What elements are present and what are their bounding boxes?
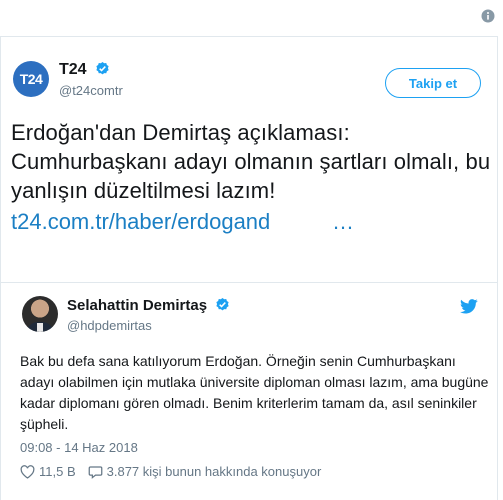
info-icon[interactable]	[481, 9, 495, 23]
like-count: 11,5 B	[39, 464, 76, 479]
avatar-text: T24	[19, 71, 43, 87]
avatar[interactable]: T24	[13, 61, 49, 97]
follow-button[interactable]: Takip et	[385, 68, 481, 98]
twitter-bird-icon[interactable]	[460, 299, 478, 314]
verified-badge-icon	[216, 297, 229, 311]
author-name[interactable]: T24	[59, 61, 110, 79]
verified-badge-icon	[96, 61, 109, 75]
quoted-tweet[interactable]: Selahattin Demirtaş @hdpdemirtas Bak bu …	[0, 283, 498, 500]
tweet-stats: 11,5 B 3.877 kişi bunun hakkında konuşuy…	[20, 464, 321, 479]
discussion-text: 3.877 kişi bunun hakkında konuşuyor	[106, 464, 322, 479]
tweet-link-ellipsis[interactable]: …	[332, 209, 354, 235]
tweet-link[interactable]: t24.com.tr/haber/erdogand	[11, 209, 270, 235]
timestamp[interactable]: 09:08 - 14 Haz 2018	[20, 440, 138, 455]
quote-text: Bak bu defa sana katılıyorum Erdoğan. Ör…	[20, 353, 489, 432]
avatar-shirt	[37, 323, 43, 332]
tweet-card: T24 T24 @t24comtr Takip et Erdoğan'dan D…	[0, 36, 498, 282]
discussion-stat[interactable]: 3.877 kişi bunun hakkında konuşuyor	[88, 464, 322, 479]
quote-author-handle[interactable]: @hdpdemirtas	[67, 318, 152, 333]
follow-button-label: Takip et	[408, 75, 458, 91]
heart-icon	[20, 464, 35, 479]
author-handle[interactable]: @t24comtr	[59, 83, 123, 98]
author-name-text: T24	[59, 61, 87, 78]
quote-author-name-text: Selahattin Demirtaş	[67, 297, 208, 314]
tweet-text: Erdoğan'dan Demirtaş açıklaması: Cumhurb…	[11, 120, 491, 203]
quote-author-name[interactable]: Selahattin Demirtaş	[67, 297, 230, 314]
top-strip	[0, 0, 503, 36]
avatar[interactable]	[22, 296, 58, 332]
comment-icon	[88, 465, 102, 479]
like-stat[interactable]: 11,5 B	[20, 464, 76, 479]
